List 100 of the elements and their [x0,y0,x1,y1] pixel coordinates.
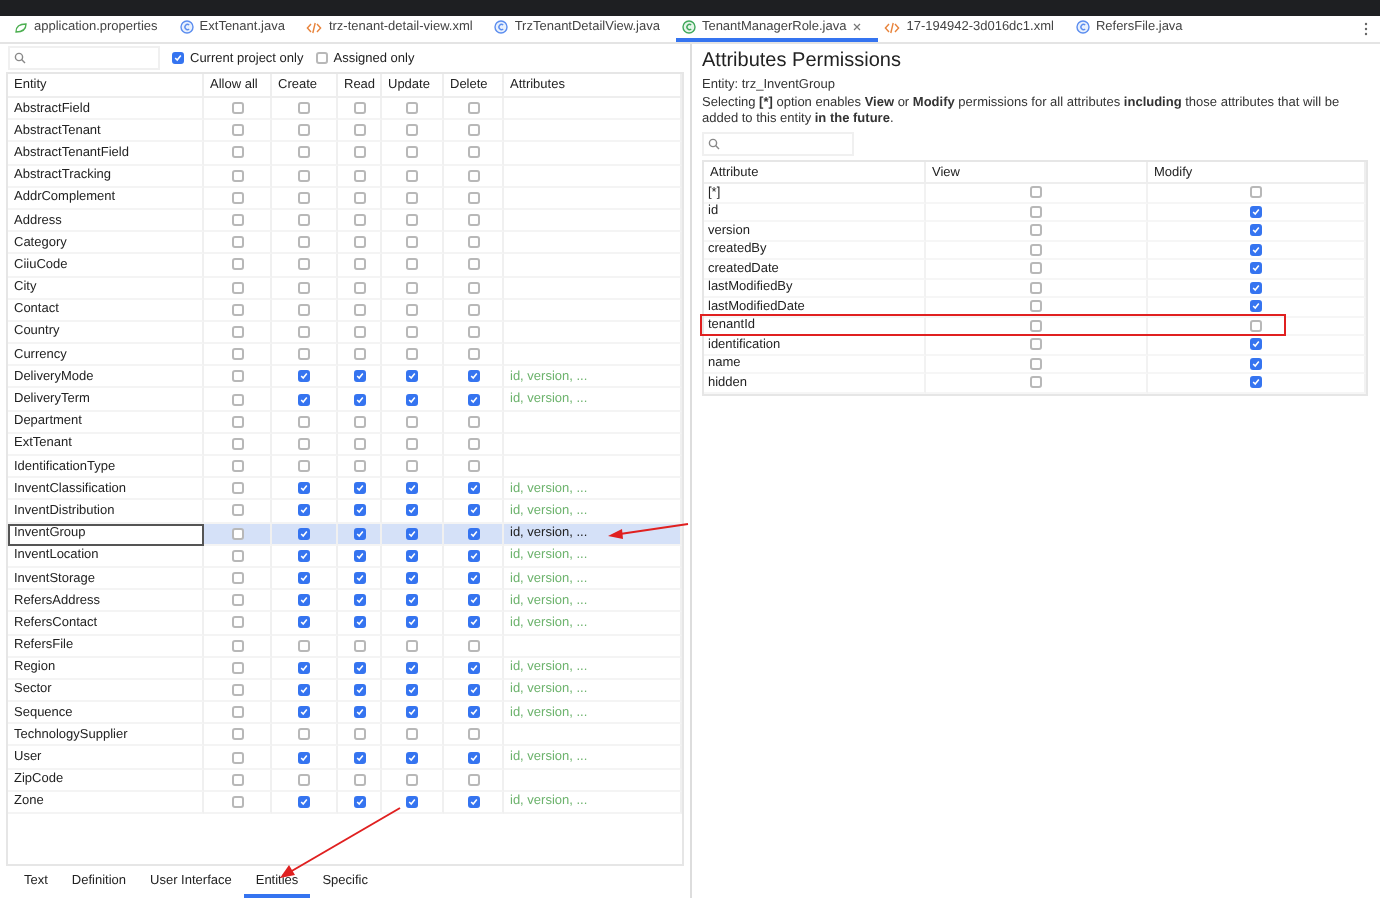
checkbox[interactable] [353,370,365,383]
checkbox[interactable] [353,191,365,204]
checkbox[interactable] [298,773,310,786]
checkbox[interactable] [231,795,243,808]
checkbox[interactable] [467,482,479,495]
checkbox[interactable] [406,594,418,607]
checkbox[interactable] [353,504,365,517]
checkbox[interactable] [1030,300,1042,313]
checkbox[interactable] [406,303,418,316]
checkbox[interactable] [353,258,365,271]
checkbox[interactable] [467,504,479,517]
checkbox[interactable] [353,639,365,652]
attributes-cell[interactable] [504,769,682,792]
checkbox[interactable] [298,370,310,383]
checkbox[interactable] [1250,281,1262,294]
checkbox[interactable] [298,124,310,137]
checkbox[interactable] [406,460,418,473]
checkbox[interactable] [353,572,365,585]
checkbox[interactable] [353,214,365,227]
search-field[interactable] [702,131,854,155]
checkbox[interactable] [353,236,365,249]
attributes-cell[interactable] [504,209,682,233]
checkbox[interactable] [467,258,479,271]
checkbox[interactable] [231,281,243,294]
checkbox[interactable] [1030,376,1042,389]
checkbox[interactable] [231,258,243,271]
checkbox[interactable] [1250,338,1262,351]
checkbox[interactable] [406,773,418,786]
checkbox[interactable] [231,706,243,719]
attributes-cell[interactable] [504,187,682,210]
checkbox[interactable] [298,325,310,338]
checkbox[interactable] [353,281,365,294]
checkbox[interactable] [231,616,243,629]
checkbox[interactable] [231,370,243,383]
checkbox[interactable] [231,325,243,338]
checkbox[interactable] [406,258,418,271]
checkbox[interactable] [353,549,365,562]
checkbox[interactable] [298,482,310,495]
checkbox[interactable] [353,751,365,764]
checkbox[interactable] [406,325,418,338]
checkbox[interactable] [406,616,418,629]
checkbox[interactable] [298,348,310,361]
checkbox[interactable] [353,616,365,629]
checkbox[interactable] [231,594,243,607]
checkbox[interactable] [406,527,418,540]
checkbox[interactable] [406,124,418,137]
checkbox[interactable] [172,52,184,64]
checkbox[interactable] [231,415,243,428]
checkbox[interactable] [298,415,310,428]
checkbox[interactable] [353,124,365,137]
checkbox[interactable] [406,572,418,585]
attributes-cell[interactable] [504,433,682,456]
checkbox[interactable] [298,460,310,473]
checkbox[interactable] [231,549,243,562]
checkbox[interactable] [467,393,479,406]
checkbox[interactable] [467,370,479,383]
checkbox[interactable] [406,661,418,674]
checkbox[interactable] [1030,262,1042,275]
checkbox[interactable] [231,661,243,674]
checkbox[interactable] [1030,357,1042,370]
checkbox[interactable] [467,706,479,719]
checkbox[interactable] [406,639,418,652]
attributes-cell[interactable] [504,635,682,658]
checkbox[interactable] [467,281,479,294]
checkbox[interactable] [298,572,310,585]
checkbox[interactable] [231,639,243,652]
checkbox[interactable] [298,258,310,271]
checkbox[interactable] [231,773,243,786]
checkbox[interactable] [353,728,365,741]
checkbox[interactable] [353,482,365,495]
checkbox[interactable] [467,661,479,674]
checkbox[interactable] [1250,319,1262,332]
checkbox[interactable] [353,415,365,428]
checkbox[interactable] [406,236,418,249]
checkbox[interactable] [231,214,243,227]
checkbox[interactable] [1250,243,1262,256]
checkbox[interactable] [353,348,365,361]
checkbox[interactable] [467,303,479,316]
attributes-cell[interactable] [504,724,682,747]
checkbox[interactable] [406,214,418,227]
checkbox[interactable] [1250,186,1262,199]
checkbox[interactable] [1250,376,1262,389]
checkbox[interactable] [406,751,418,764]
checkbox[interactable] [406,437,418,450]
checkbox[interactable] [315,52,328,64]
checkbox[interactable] [1250,262,1262,275]
checkbox[interactable] [467,102,479,115]
attributes-cell[interactable] [504,456,682,479]
checkbox[interactable] [231,683,243,696]
checkbox[interactable] [353,303,365,316]
checkbox[interactable] [1250,357,1262,370]
checkbox[interactable] [1250,300,1262,313]
checkbox[interactable] [1030,224,1042,237]
checkbox[interactable] [231,146,243,159]
checkbox[interactable] [298,795,310,808]
checkbox[interactable] [231,482,243,495]
attributes-cell[interactable] [504,299,682,322]
checkbox[interactable] [231,102,243,115]
checkbox[interactable] [467,460,479,473]
checkbox[interactable] [298,236,310,249]
